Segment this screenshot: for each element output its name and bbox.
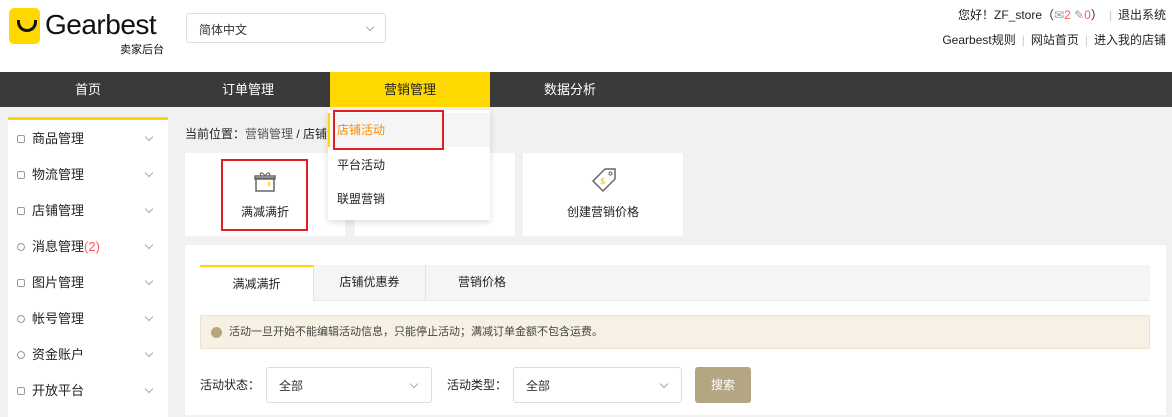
sidebar-item-logistics[interactable]: 物流管理 [8, 157, 168, 193]
label: 图片管理 [32, 275, 85, 290]
chevron-down-icon [144, 276, 154, 286]
breadcrumb-parent[interactable]: 营销管理 [245, 127, 293, 141]
label: 消息管理 [32, 239, 85, 254]
chevron-down-icon [144, 240, 154, 250]
chevron-down-icon [144, 132, 154, 142]
label: 帐号管理 [32, 311, 85, 326]
cart-icon [17, 135, 25, 143]
sidebar-item-products[interactable]: 商品管理 [8, 121, 168, 157]
status-select[interactable]: 全部 [266, 367, 432, 403]
chevron-down-icon [144, 312, 154, 322]
chevron-down-icon [144, 168, 154, 178]
logo-icon [9, 8, 40, 44]
type-label: 活动类型： [447, 378, 508, 392]
chevron-down-icon [659, 379, 669, 389]
mail-icon[interactable]: ✉ [1054, 8, 1064, 22]
logo-subtitle: 卖家后台 [120, 44, 164, 56]
label: 开放平台 [32, 383, 85, 398]
sidebar-item-open-platform[interactable]: 开放平台 [8, 373, 168, 409]
svg-text:$: $ [600, 177, 606, 187]
label: 物流管理 [32, 167, 85, 182]
edit-icon[interactable]: ✎ [1074, 8, 1084, 22]
label: 店铺管理 [32, 203, 85, 218]
tab-store-coupons[interactable]: 店铺优惠券 [314, 265, 426, 301]
tab-full-reduction[interactable]: 满减满折 [200, 265, 314, 301]
logo-text: Gearbest [45, 9, 157, 40]
menu-item-platform-activity[interactable]: 平台活动 [328, 148, 490, 182]
chevron-down-icon [365, 22, 375, 32]
card-label: 创建营销价格 [566, 205, 639, 219]
image-icon [17, 279, 25, 287]
breadcrumb-prefix: 当前位置： [185, 127, 246, 141]
top-links: Gearbest规则 | 网站首页 | 进入我的店铺 [942, 33, 1166, 47]
header: Gearbest 卖家后台 简体中文 您好！ZF_store（✉2 ✎0） | 退出… [0, 0, 1172, 72]
breadcrumb-sep: / [293, 127, 304, 141]
label: 资金账户 [32, 347, 85, 362]
document-icon [17, 387, 25, 395]
menu-item-affiliate[interactable]: 联盟营销 [328, 182, 490, 216]
breadcrumb: 当前位置：营销管理 / 店铺活动 [185, 125, 351, 142]
type-select[interactable]: 全部 [513, 367, 682, 403]
type-value: 全部 [526, 379, 551, 393]
card-create-price[interactable]: $ 创建营销价格 [523, 153, 683, 236]
message-badge: (2) [84, 239, 100, 254]
nav-home[interactable]: 首页 [8, 72, 168, 107]
chevron-down-icon [144, 204, 154, 214]
chevron-down-icon [144, 384, 154, 394]
my-store-link[interactable]: 进入我的店铺 [1094, 33, 1166, 47]
tab-marketing-price[interactable]: 营销价格 [426, 265, 538, 301]
sidebar-item-images[interactable]: 图片管理 [8, 265, 168, 301]
edit-count[interactable]: 0 [1084, 8, 1091, 22]
home-link[interactable]: 网站首页 [1031, 33, 1079, 47]
notice-banner: 活动一旦开始不能编辑活动信息，只能停止活动；满减订单金额不包含运费。 [200, 315, 1150, 349]
sidebar-item-store[interactable]: 店铺管理 [8, 193, 168, 229]
chat-icon [17, 243, 25, 251]
highlight-box-card [221, 159, 308, 231]
language-value: 简体中文 [199, 23, 248, 37]
greeting: 您好！ZF_store（ [957, 8, 1054, 22]
nav-marketing[interactable]: 营销管理 [330, 72, 490, 107]
notice-text: 活动一旦开始不能编辑活动信息，只能停止活动；满减订单金额不包含运费。 [229, 326, 603, 338]
paren: ） [1090, 8, 1103, 22]
mail-count[interactable]: 2 [1064, 8, 1071, 22]
sidebar-item-funds[interactable]: 资金账户 [8, 337, 168, 373]
nav-analytics[interactable]: 数据分析 [490, 72, 650, 107]
sidebar: 商品管理 物流管理 店铺管理 消息管理(2) 图片管理 帐号管理 资金账户 开放… [8, 117, 168, 417]
logout-link[interactable]: 退出系统 [1118, 8, 1166, 22]
status-value: 全部 [279, 379, 304, 393]
rules-link[interactable]: Gearbest规则 [942, 33, 1015, 47]
status-label: 活动状态： [200, 378, 261, 392]
info-icon [211, 327, 222, 338]
nav-orders[interactable]: 订单管理 [168, 72, 328, 107]
sidebar-item-messages[interactable]: 消息管理(2) [8, 229, 168, 265]
language-select[interactable]: 简体中文 [186, 13, 386, 43]
sidebar-item-account[interactable]: 帐号管理 [8, 301, 168, 337]
user-bar: 您好！ZF_store（✉2 ✎0） | 退出系统 [957, 8, 1166, 22]
chevron-down-icon [144, 348, 154, 358]
account-icon [17, 315, 25, 323]
chevron-down-icon [409, 379, 419, 389]
box-icon [17, 171, 25, 179]
store-icon [17, 207, 25, 215]
label: 商品管理 [32, 131, 85, 146]
coin-icon [17, 351, 25, 359]
highlight-box-menu [333, 110, 444, 150]
price-tag-icon: $ [591, 168, 616, 193]
main-nav: 首页 订单管理 营销管理 数据分析 [0, 72, 1172, 107]
search-button[interactable]: 搜索 [695, 367, 751, 403]
